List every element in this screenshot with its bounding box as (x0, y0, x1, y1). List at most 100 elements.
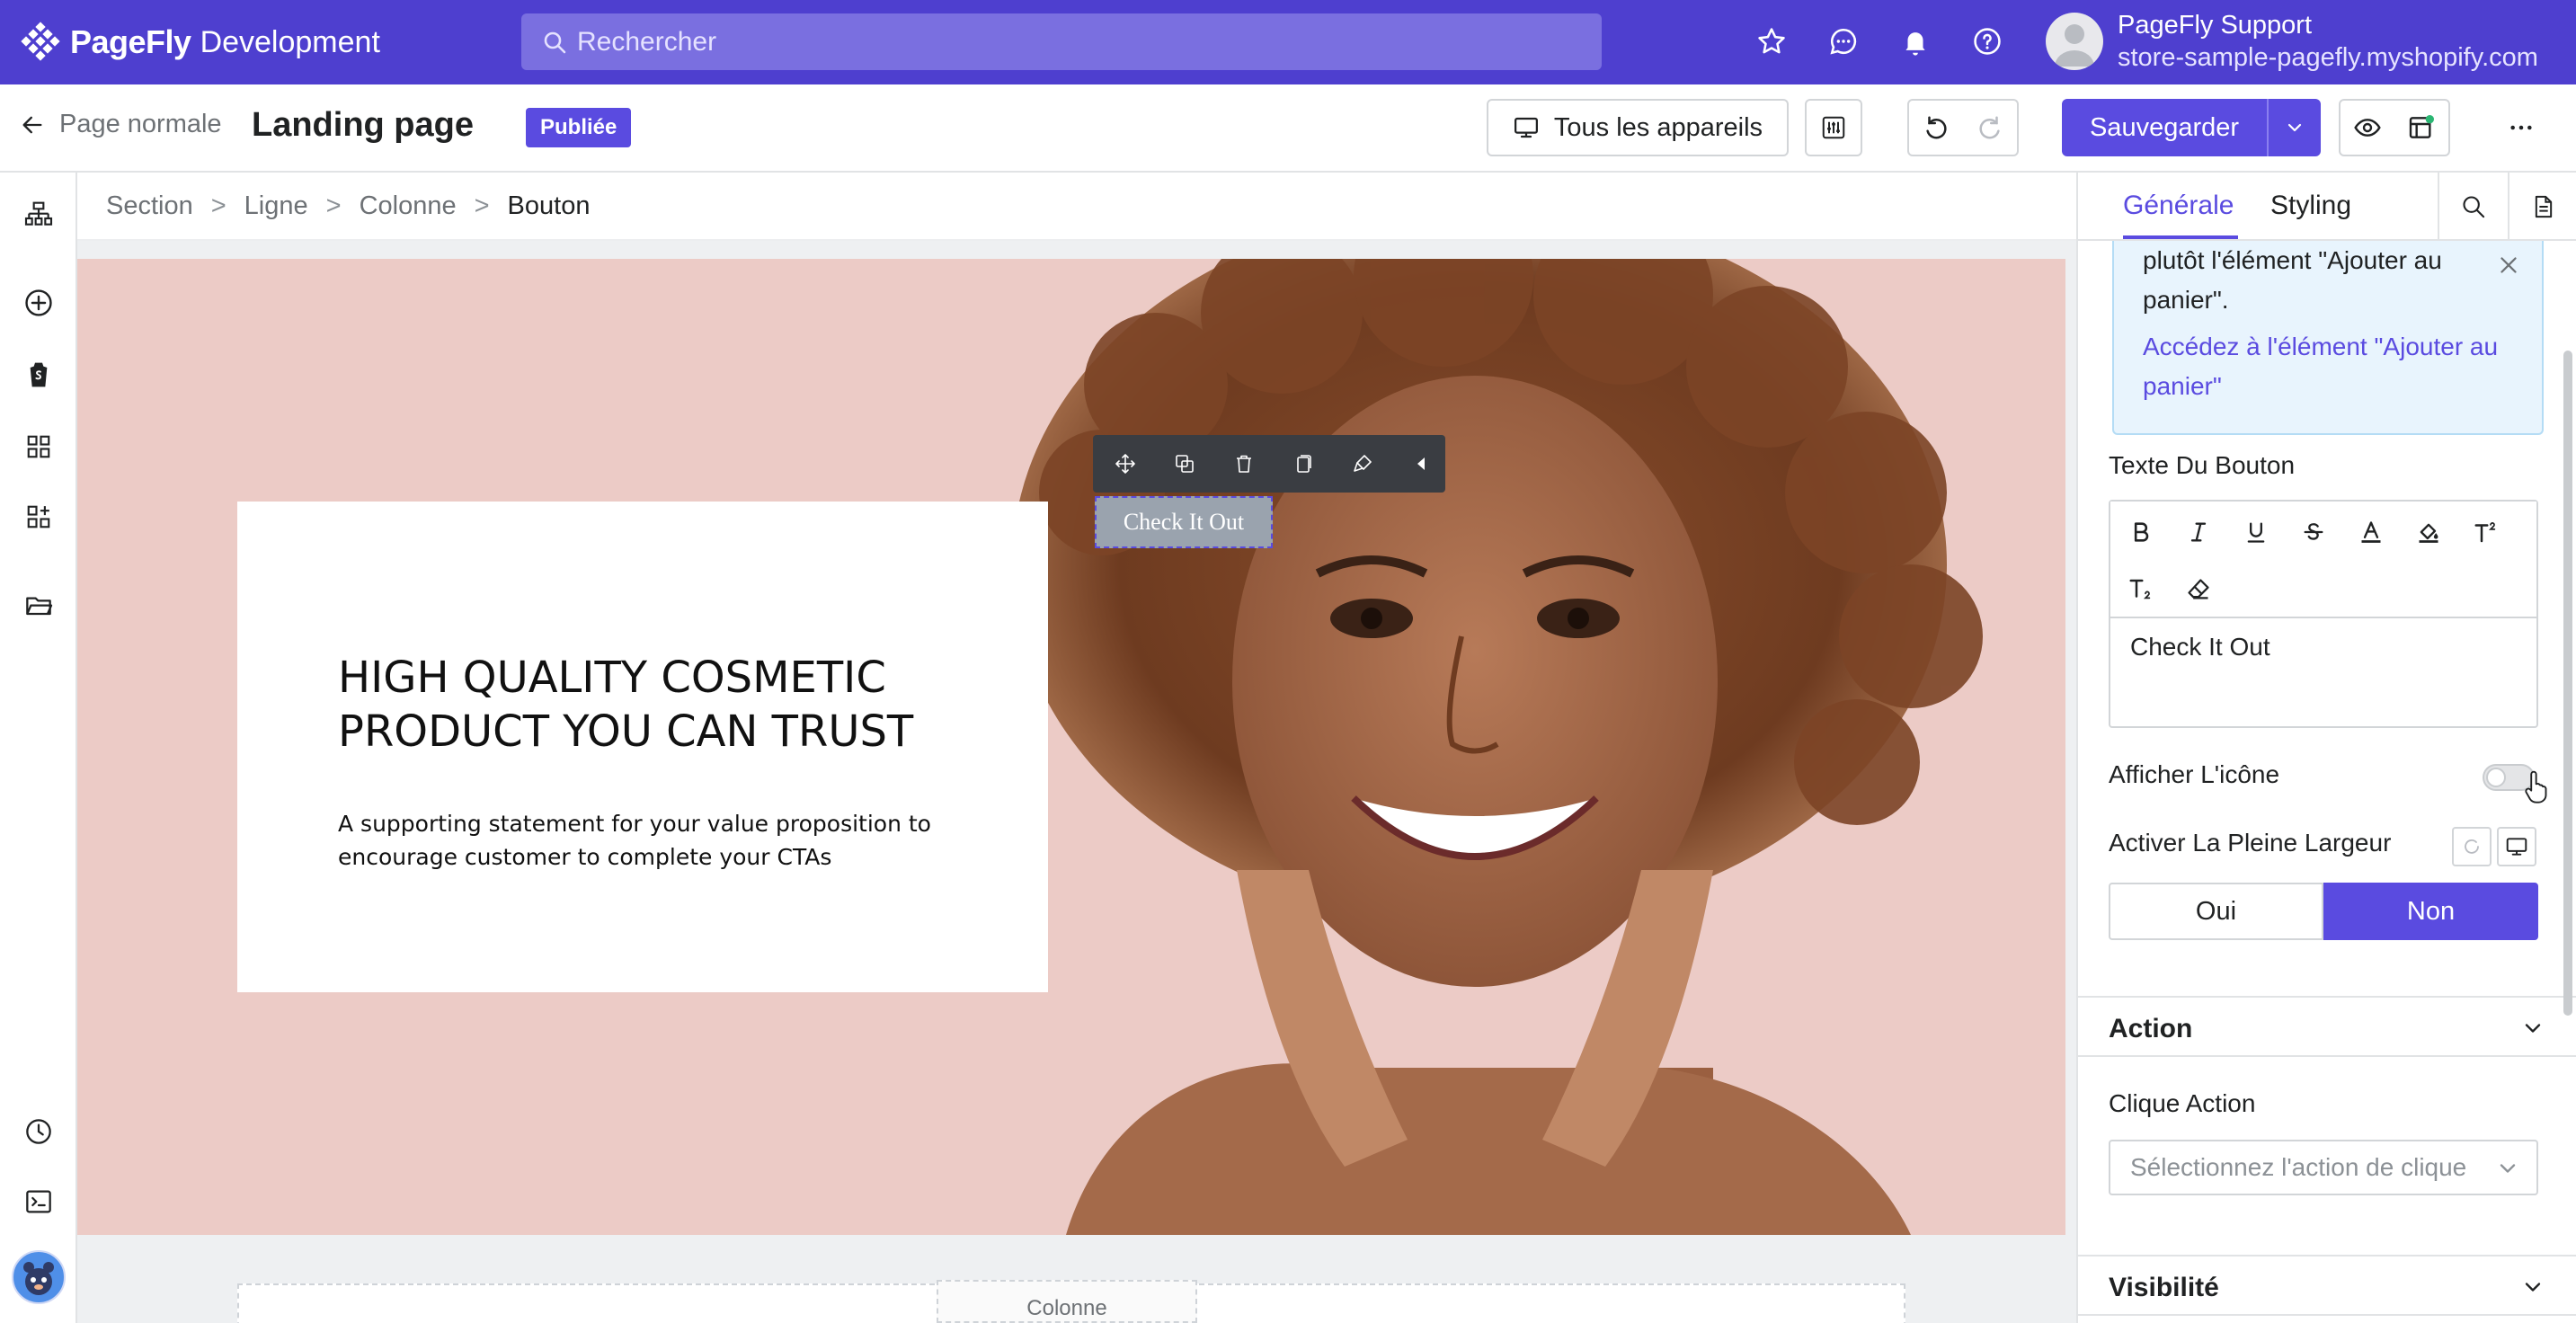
search-input[interactable] (577, 26, 1566, 58)
pagefly-logo-icon (20, 22, 61, 63)
visibility-section-title: Visibilité (2109, 1273, 2219, 1302)
bold-icon[interactable] (2123, 514, 2159, 550)
notice-text: plutôt l'élément "Ajouter au panier". (2143, 246, 2442, 314)
breadcrumb-row[interactable]: Ligne (244, 191, 308, 221)
folder-icon[interactable] (16, 582, 61, 627)
apps-icon[interactable] (16, 494, 61, 539)
subscript-icon[interactable] (2123, 572, 2159, 608)
breadcrumb: Section > Ligne > Colonne > Bouton (77, 173, 2076, 241)
panel-tabs: Générale Styling (2078, 173, 2576, 241)
pointer-cursor-icon (2522, 769, 2553, 804)
superscript-icon[interactable] (2468, 514, 2504, 550)
hero-section[interactable]: HIGH QUALITY COSMETIC PRODUCT YOU CAN TR… (77, 259, 2065, 1235)
help-icon[interactable] (1967, 21, 2008, 62)
hero-text-card[interactable]: HIGH QUALITY COSMETIC PRODUCT YOU CAN TR… (237, 502, 1048, 992)
bell-icon[interactable] (1895, 21, 1936, 62)
publish-status-icon[interactable] (2394, 113, 2448, 142)
strikethrough-icon[interactable] (2296, 514, 2332, 550)
undo-icon[interactable] (1909, 114, 1963, 141)
pagefly-mascot-avatar[interactable] (9, 1248, 68, 1307)
account-store: store-sample-pagefly.myshopify.com (2118, 43, 2538, 72)
click-action-placeholder: Sélectionnez l'action de clique (2130, 1153, 2467, 1181)
history-buttons (1907, 99, 2019, 156)
chat-icon[interactable] (1823, 21, 1864, 62)
more-button[interactable] (2490, 99, 2553, 156)
cta-button[interactable]: Check It Out (1095, 496, 1273, 548)
terminal-icon[interactable] (16, 1179, 61, 1224)
account-menu[interactable]: PageFly Support store-sample-pagefly.mys… (2046, 9, 2538, 74)
breadcrumb-section[interactable]: Section (106, 191, 193, 221)
visibility-section-header[interactable]: Visibilité (2078, 1255, 2576, 1316)
element-toolbar (1093, 435, 1445, 493)
breadcrumb-separator: > (325, 191, 342, 220)
breadcrumb-column[interactable]: Colonne (360, 191, 457, 221)
device-selector[interactable]: Tous les appareils (1487, 99, 1789, 156)
full-width-label: Activer La Pleine Largeur (2109, 829, 2392, 857)
full-width-segmented-control: Oui Non (2109, 883, 2538, 940)
click-action-select[interactable]: Sélectionnez l'action de clique (2109, 1140, 2538, 1195)
column-tag[interactable]: Colonne (937, 1280, 1197, 1323)
sliders-icon (1822, 116, 1845, 139)
devices-label: Tous les appareils (1553, 112, 1763, 142)
click-action-label: Clique Action (2109, 1089, 2256, 1117)
save-button[interactable]: Sauvegarder (2062, 99, 2267, 156)
move-icon[interactable] (1104, 442, 1147, 485)
chevron-down-icon (2287, 123, 2302, 132)
brand-environment: Development (200, 24, 380, 59)
back-link[interactable]: Page normale (20, 110, 222, 139)
top-icons (1751, 21, 2008, 62)
copy-style-icon[interactable] (1282, 442, 1325, 485)
add-element-icon[interactable] (16, 280, 61, 325)
sections-grid-icon[interactable] (16, 424, 61, 469)
italic-icon[interactable] (2181, 514, 2216, 550)
avatar (2046, 13, 2103, 70)
layers-tree-icon[interactable] (16, 192, 61, 237)
panel-document-icon[interactable] (2508, 173, 2576, 241)
full-width-yes-option[interactable]: Oui (2109, 883, 2323, 940)
brand[interactable]: PageFly Development (20, 22, 523, 63)
panel-search-icon[interactable] (2438, 173, 2508, 241)
close-icon[interactable] (2495, 252, 2522, 279)
breadcrumb-button: Bouton (507, 191, 591, 220)
top-bar: PageFly Development PageFly Support stor… (0, 0, 2576, 84)
chevron-down-icon (2520, 1016, 2545, 1041)
arrow-left-icon (22, 116, 42, 133)
trash-icon[interactable] (1222, 442, 1266, 485)
star-icon[interactable] (1751, 21, 1792, 62)
tab-styling[interactable]: Styling (2270, 191, 2351, 221)
paint-brush-icon[interactable] (1341, 442, 1384, 485)
save-dropdown-button[interactable] (2267, 99, 2321, 156)
action-section-header[interactable]: Action (2078, 996, 2576, 1057)
caret-left-icon[interactable] (1400, 442, 1443, 485)
button-text-value[interactable]: Check It Out (2130, 633, 2270, 662)
duplicate-icon[interactable] (1163, 442, 1206, 485)
search-bar[interactable] (521, 13, 1602, 70)
text-color-icon[interactable] (2353, 514, 2389, 550)
action-section-title: Action (2109, 1014, 2193, 1043)
hero-title[interactable]: HIGH QUALITY COSMETIC PRODUCT YOU CAN TR… (338, 651, 985, 759)
history-clock-icon[interactable] (16, 1109, 61, 1154)
more-horizontal-icon (2510, 125, 2532, 130)
editor-canvas[interactable]: HIGH QUALITY COSMETIC PRODUCT YOU CAN TR… (77, 241, 2076, 1323)
preview-group (2339, 99, 2450, 156)
settings-sliders-button[interactable] (1805, 99, 1862, 156)
eye-icon[interactable] (2341, 113, 2394, 142)
reset-icon[interactable] (2452, 827, 2492, 866)
panel-scrollbar[interactable] (2563, 351, 2572, 1016)
highlight-color-icon[interactable] (2411, 514, 2447, 550)
redo-icon[interactable] (1963, 114, 2017, 141)
tab-general[interactable]: Générale (2123, 191, 2234, 221)
desktop-device-icon[interactable] (2497, 827, 2536, 866)
save-group: Sauvegarder (2062, 99, 2321, 156)
breadcrumb-separator: > (210, 191, 227, 220)
editor-toolbar-row (2110, 502, 2536, 618)
button-text-label: Texte Du Bouton (2109, 451, 2296, 479)
full-width-no-option[interactable]: Non (2323, 883, 2538, 940)
page-title[interactable]: Landing page (252, 106, 474, 145)
eraser-icon[interactable] (2181, 572, 2216, 608)
notice-link[interactable]: Accédez à l'élément "Ajouter au panier" (2143, 327, 2502, 406)
underline-icon[interactable] (2238, 514, 2274, 550)
shopify-icon[interactable] (16, 352, 61, 397)
chevron-down-icon (2520, 1274, 2545, 1300)
hero-subtitle[interactable]: A supporting statement for your value pr… (338, 807, 985, 874)
